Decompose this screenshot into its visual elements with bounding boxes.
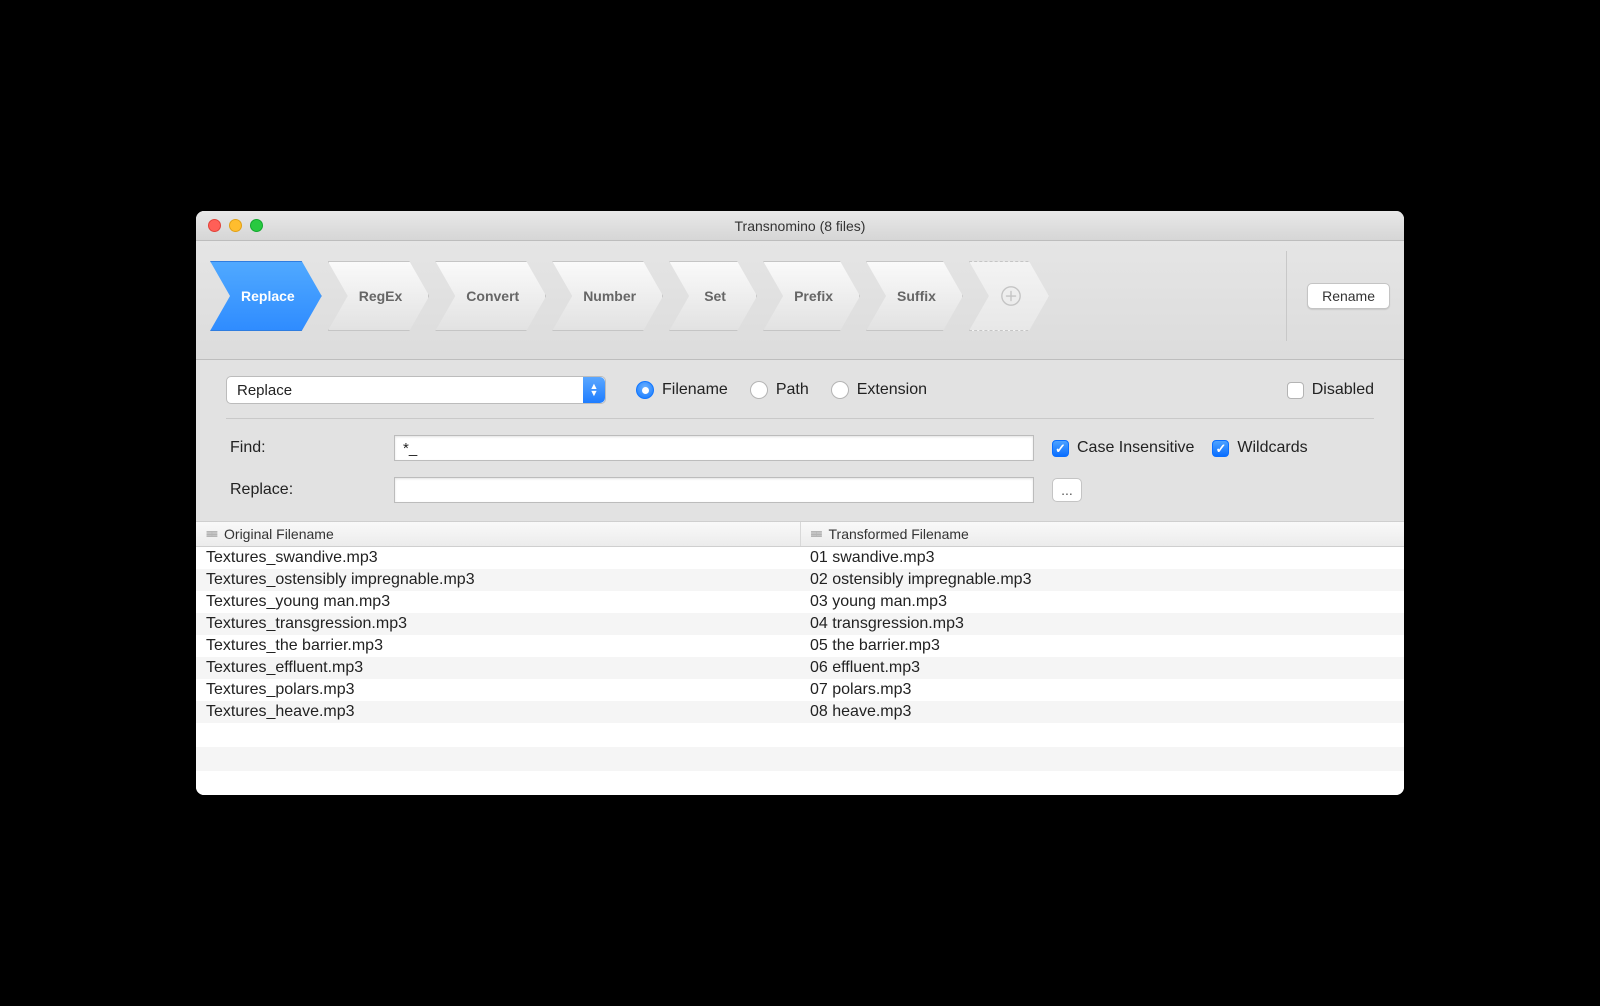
wildcards-checkbox[interactable]: Wildcards (1212, 439, 1307, 457)
tab-prefix[interactable]: Prefix (763, 261, 860, 331)
radio-label: Filename (662, 381, 728, 399)
radio-label: Extension (857, 381, 927, 399)
sort-icon: ≡≡ (811, 527, 821, 541)
table-row[interactable]: Textures_effluent.mp306 effluent.mp3 (196, 657, 1404, 679)
radio-extension[interactable]: Extension (831, 381, 927, 399)
table-row[interactable]: Textures_polars.mp307 polars.mp3 (196, 679, 1404, 701)
cell-original: Textures_transgression.mp3 (196, 613, 800, 635)
chevron-up-down-icon: ▲▼ (583, 377, 605, 403)
sort-icon: ≡≡ (206, 527, 216, 541)
table-row[interactable]: Textures_heave.mp308 heave.mp3 (196, 701, 1404, 723)
tab-label: RegEx (359, 288, 403, 304)
rename-area: Rename (1286, 251, 1390, 341)
cell-transformed: 04 transgression.mp3 (800, 613, 1404, 635)
action-select[interactable]: Replace ▲▼ (226, 376, 606, 404)
column-label: Original Filename (224, 526, 334, 542)
disabled-checkbox[interactable]: Disabled (1287, 381, 1374, 399)
radio-label: Path (776, 381, 809, 399)
column-transformed[interactable]: ≡≡ Transformed Filename (801, 522, 1405, 546)
tab-label: Number (583, 288, 636, 304)
checkbox-label: Disabled (1312, 381, 1374, 399)
radio-dot-icon (831, 381, 849, 399)
tab-label: Replace (241, 288, 295, 304)
radio-dot-icon (750, 381, 768, 399)
cell-original: Textures_ostensibly impregnable.mp3 (196, 569, 800, 591)
find-input[interactable] (394, 435, 1034, 461)
tab-suffix[interactable]: Suffix (866, 261, 963, 331)
tab-regex[interactable]: RegEx (328, 261, 430, 331)
cell-transformed: 05 the barrier.mp3 (800, 635, 1404, 657)
cell-original: Textures_the barrier.mp3 (196, 635, 800, 657)
scope-radio-group: Filename Path Extension (636, 381, 927, 399)
find-label: Find: (226, 439, 376, 457)
replace-label: Replace: (226, 481, 376, 499)
table-row[interactable]: Textures_ostensibly impregnable.mp302 os… (196, 569, 1404, 591)
rename-button[interactable]: Rename (1307, 283, 1390, 309)
cell-original: Textures_effluent.mp3 (196, 657, 800, 679)
cell-original: Textures_polars.mp3 (196, 679, 800, 701)
operation-tabs: Replace RegEx Convert Number Set Prefix … (210, 261, 1286, 331)
tab-label: Suffix (897, 288, 936, 304)
checkbox-label: Wildcards (1237, 439, 1307, 457)
window-title: Transnomino (8 files) (196, 218, 1404, 234)
app-window: Transnomino (8 files) Replace RegEx Conv… (196, 211, 1404, 795)
tab-set[interactable]: Set (669, 261, 757, 331)
tab-number[interactable]: Number (552, 261, 663, 331)
tab-label: Prefix (794, 288, 833, 304)
tab-label: Set (704, 288, 726, 304)
table-row[interactable]: Textures_young man.mp303 young man.mp3 (196, 591, 1404, 613)
checkbox-icon (1052, 440, 1069, 457)
tab-replace[interactable]: Replace (210, 261, 322, 331)
replace-input[interactable] (394, 477, 1034, 503)
checkbox-icon (1287, 382, 1304, 399)
checkbox-icon (1212, 440, 1229, 457)
radio-dot-icon (636, 381, 654, 399)
radio-path[interactable]: Path (750, 381, 809, 399)
table-row[interactable]: Textures_swandive.mp301 swandive.mp3 (196, 547, 1404, 569)
table-body: Textures_swandive.mp301 swandive.mp3Text… (196, 547, 1404, 723)
checkbox-label: Case Insensitive (1077, 439, 1194, 457)
file-table: ≡≡ Original Filename ≡≡ Transformed File… (196, 521, 1404, 795)
plus-icon (1000, 285, 1022, 307)
case-insensitive-checkbox[interactable]: Case Insensitive (1052, 439, 1194, 457)
radio-filename[interactable]: Filename (636, 381, 728, 399)
cell-transformed: 07 polars.mp3 (800, 679, 1404, 701)
more-button[interactable]: ... (1052, 478, 1082, 502)
tab-label: Convert (466, 288, 519, 304)
options-panel: Replace ▲▼ Filename Path Extension (196, 360, 1404, 521)
cell-transformed: 02 ostensibly impregnable.mp3 (800, 569, 1404, 591)
cell-original: Textures_swandive.mp3 (196, 547, 800, 569)
column-original[interactable]: ≡≡ Original Filename (196, 522, 801, 546)
toolbar: Replace RegEx Convert Number Set Prefix … (196, 241, 1404, 360)
action-select-value: Replace (237, 382, 292, 399)
titlebar[interactable]: Transnomino (8 files) (196, 211, 1404, 241)
table-row[interactable]: Textures_transgression.mp304 transgressi… (196, 613, 1404, 635)
cell-original: Textures_young man.mp3 (196, 591, 800, 613)
column-label: Transformed Filename (829, 526, 969, 542)
cell-transformed: 01 swandive.mp3 (800, 547, 1404, 569)
table-row[interactable]: Textures_the barrier.mp305 the barrier.m… (196, 635, 1404, 657)
add-operation-button[interactable] (969, 261, 1049, 331)
tab-convert[interactable]: Convert (435, 261, 546, 331)
table-body-empty (196, 723, 1404, 795)
cell-transformed: 06 effluent.mp3 (800, 657, 1404, 679)
cell-original: Textures_heave.mp3 (196, 701, 800, 723)
table-header: ≡≡ Original Filename ≡≡ Transformed File… (196, 521, 1404, 547)
cell-transformed: 03 young man.mp3 (800, 591, 1404, 613)
cell-transformed: 08 heave.mp3 (800, 701, 1404, 723)
